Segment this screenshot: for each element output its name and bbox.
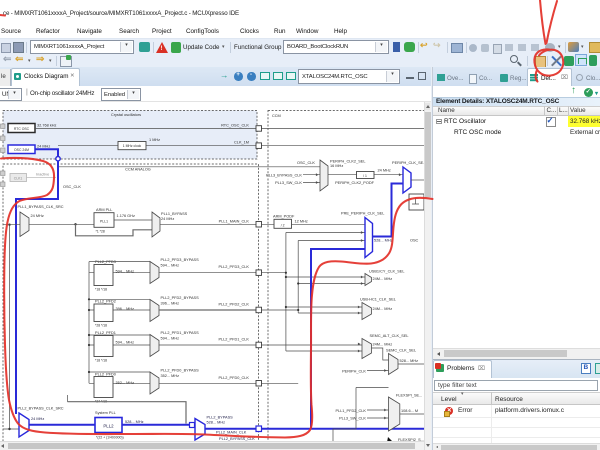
svg-text:OSC: OSC xyxy=(410,239,419,243)
svg-text:*(22 + (1/400000)): *(22 + (1/400000)) xyxy=(96,436,124,440)
svg-text:24M... MHz: 24M... MHz xyxy=(373,343,393,347)
svg-text:ARM PLL: ARM PLL xyxy=(96,208,113,212)
svg-text:1 MHz: 1 MHz xyxy=(149,138,160,142)
svg-text:*18 */18: *18 */18 xyxy=(95,288,107,292)
svg-text:352... MHz: 352... MHz xyxy=(161,374,180,378)
svg-text:24M... MHz: 24M... MHz xyxy=(373,307,393,311)
svg-text:PLL2_BYPASS: PLL2_BYPASS xyxy=(207,415,234,419)
svg-text:PLL1_BYPASS_CLK_SRC: PLL1_BYPASS_CLK_SRC xyxy=(18,205,64,209)
svg-text:24 MHz: 24 MHz xyxy=(37,145,50,149)
svg-text:16 MHz: 16 MHz xyxy=(330,164,343,168)
svg-text:PLL2_PFD2_BYPASS: PLL2_PFD2_BYPASS xyxy=(161,296,200,300)
svg-text:/ 1: / 1 xyxy=(363,174,367,178)
svg-text:PLL2_PFD0_CLK: PLL2_PFD0_CLK xyxy=(218,376,249,380)
svg-text:PLL2_MAIN_CLK: PLL2_MAIN_CLK xyxy=(216,431,247,435)
svg-text:PLL3_SW_CLK: PLL3_SW_CLK xyxy=(275,181,302,185)
svg-text:528... MHz: 528... MHz xyxy=(125,420,144,424)
svg-text:PERIPH_CLK: PERIPH_CLK xyxy=(342,369,366,373)
svg-text:24M... MHz: 24M... MHz xyxy=(373,277,393,281)
svg-text:PLL1_BYPASS: PLL1_BYPASS xyxy=(161,212,188,216)
svg-text:ARM_PODF: ARM_PODF xyxy=(273,215,295,219)
svg-text:SEMC_CLK_SEL: SEMC_CLK_SEL xyxy=(386,349,417,353)
svg-text:594... MHz: 594... MHz xyxy=(116,341,135,345)
svg-text:*18 */18: *18 */18 xyxy=(95,359,107,363)
svg-text:Crystal oscillators: Crystal oscillators xyxy=(111,113,141,117)
svg-text:/ 2: / 2 xyxy=(281,223,285,227)
svg-text:PLL3_BYPASS_CLK: PLL3_BYPASS_CLK xyxy=(266,174,302,178)
svg-text:528... MHz: 528... MHz xyxy=(207,421,226,425)
svg-text:OSC_CLK: OSC_CLK xyxy=(297,161,315,165)
svg-text:594... MHz: 594... MHz xyxy=(161,263,180,267)
svg-text:108.6... M: 108.6... M xyxy=(401,409,418,413)
svg-text:PLL2_PFD3_BYPASS: PLL2_PFD3_BYPASS xyxy=(161,258,200,262)
svg-text:1 MHz clock: 1 MHz clock xyxy=(123,144,142,148)
svg-text:PLL2_PFD0_BYPASS: PLL2_PFD0_BYPASS xyxy=(161,368,200,372)
svg-text:PERIPH_CLK2_PODF: PERIPH_CLK2_PODF xyxy=(335,181,375,185)
svg-text:PLL2_PFD1_BYPASS: PLL2_PFD1_BYPASS xyxy=(161,331,200,335)
svg-text:PLL2_PFD2_CLK: PLL2_PFD2_CLK xyxy=(218,303,249,307)
svg-text:594... MHz: 594... MHz xyxy=(161,336,180,340)
svg-text:PLL2_BYPASS_CLK_SRC: PLL2_BYPASS_CLK_SRC xyxy=(18,407,64,411)
svg-text:PLL2_PFD0: PLL2_PFD0 xyxy=(95,373,116,377)
svg-text:24 MHz: 24 MHz xyxy=(378,169,391,173)
svg-text:CCM: CCM xyxy=(272,114,281,118)
svg-text:PLL2_PFD2: PLL2_PFD2 xyxy=(95,300,116,304)
svg-text:PLL2_PFD3: PLL2_PFD3 xyxy=(95,260,116,264)
svg-text:PLL1_PFD2_CLK: PLL1_PFD2_CLK xyxy=(335,409,366,413)
svg-text:SEMC_ALT_CLK_SEL: SEMC_ALT_CLK_SEL xyxy=(370,334,410,338)
svg-text:*28 */18: *28 */18 xyxy=(95,323,107,327)
svg-text:PERIPH_CLK_SE...: PERIPH_CLK_SE... xyxy=(392,161,426,165)
svg-text:OSC 24M: OSC 24M xyxy=(14,148,29,152)
svg-text:396... MHz: 396... MHz xyxy=(116,307,135,311)
svg-text:528... MHz: 528... MHz xyxy=(374,238,393,242)
svg-text:Inactive: Inactive xyxy=(36,173,49,177)
svg-text:PRE_PERIPH_CLK_SEL: PRE_PERIPH_CLK_SEL xyxy=(341,212,385,216)
svg-text:USB1/CY_CLK_SEL: USB1/CY_CLK_SEL xyxy=(369,270,405,274)
svg-text:PLL2: PLL2 xyxy=(103,424,114,429)
svg-text:*1 *28: *1 *28 xyxy=(96,230,105,234)
svg-text:32.768 kHz: 32.768 kHz xyxy=(37,124,57,128)
svg-text:RTC_OSC_CLK: RTC_OSC_CLK xyxy=(221,124,249,128)
svg-text:CCM ANALOG: CCM ANALOG xyxy=(125,168,151,172)
svg-text:PLL2_PFD3_CLK: PLL2_PFD3_CLK xyxy=(218,265,249,269)
svg-text:RTC OSC: RTC OSC xyxy=(14,127,30,131)
svg-text:24 MHz: 24 MHz xyxy=(31,417,44,421)
svg-text:CLK_1M: CLK_1M xyxy=(234,141,249,145)
svg-text:396... MHz: 396... MHz xyxy=(161,301,180,305)
svg-text:PLL1_MAIN_CLK: PLL1_MAIN_CLK xyxy=(219,220,250,224)
svg-text:528... MHz: 528... MHz xyxy=(400,359,419,363)
svg-text:FLEXSPI_SE...: FLEXSPI_SE... xyxy=(396,394,422,398)
svg-text:OSC_CLK: OSC_CLK xyxy=(63,185,81,189)
svg-text:PLL2_PFD1: PLL2_PFD1 xyxy=(95,331,116,335)
svg-text:24 MHz: 24 MHz xyxy=(161,217,174,221)
svg-text:PLL3_SW_CLK: PLL3_SW_CLK xyxy=(339,417,366,421)
svg-text:PLL2_PFD1_CLK: PLL2_PFD1_CLK xyxy=(218,338,249,342)
svg-text:PERIPH_CLK2_SEL: PERIPH_CLK2_SEL xyxy=(330,159,366,163)
svg-text:CLK1: CLK1 xyxy=(14,176,23,180)
svg-text:System PLL: System PLL xyxy=(95,411,117,415)
svg-text:24 MHz: 24 MHz xyxy=(31,214,44,218)
svg-text:PLL1: PLL1 xyxy=(100,219,108,223)
svg-text:12 MHz: 12 MHz xyxy=(295,219,308,223)
svg-text:1.176 GHz: 1.176 GHz xyxy=(117,214,135,218)
svg-text:USB-HC1_CLK_SEL: USB-HC1_CLK_SEL xyxy=(360,297,397,301)
